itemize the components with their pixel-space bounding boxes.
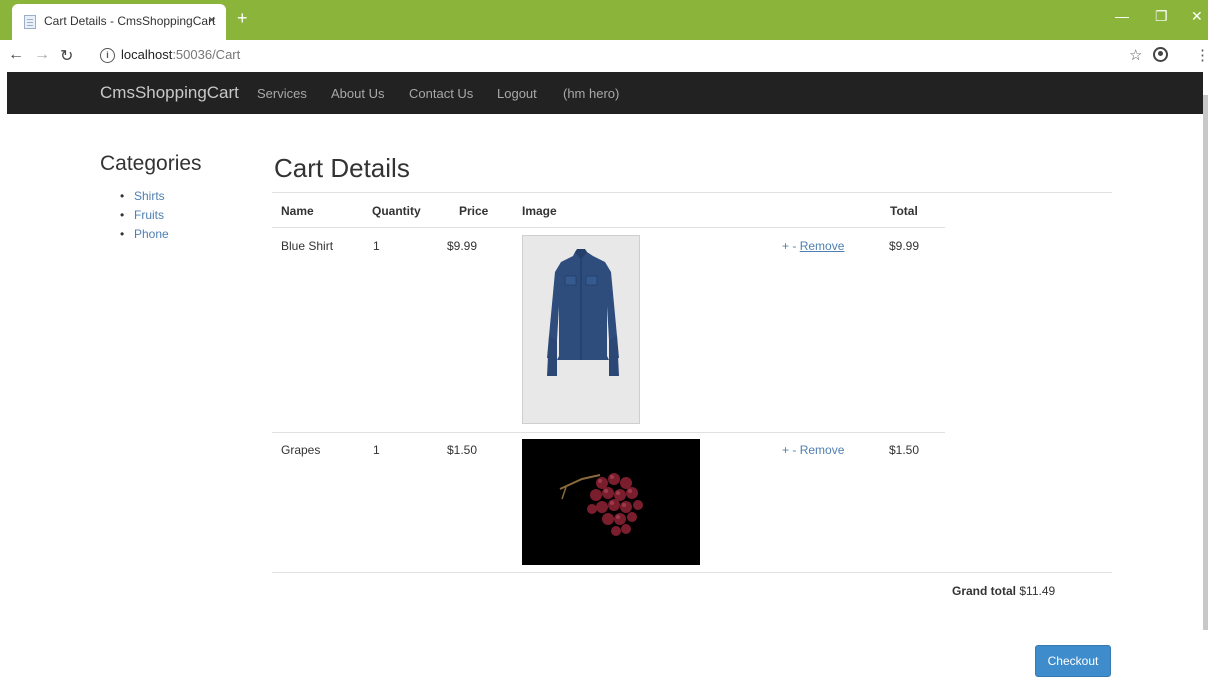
forward-icon[interactable]: → <box>34 46 50 64</box>
category-phone[interactable]: Phone <box>120 225 169 244</box>
grand-total: Grand total $11.49 <box>952 584 1055 598</box>
column-header-total: Total <box>890 204 918 218</box>
shirt-illustration <box>523 236 639 423</box>
nav-contact-us[interactable]: Contact Us <box>409 86 473 101</box>
table-bottom-divider <box>272 572 1112 573</box>
site-info-icon[interactable]: i <box>100 48 115 63</box>
column-header-quantity: Quantity <box>372 204 421 218</box>
row-actions: + - Remove <box>782 239 844 253</box>
nav-services[interactable]: Services <box>257 86 307 101</box>
reload-icon[interactable]: ↻ <box>60 46 73 66</box>
column-header-name: Name <box>281 204 314 218</box>
restore-icon[interactable]: ❐ <box>1155 8 1168 25</box>
nav-about-us[interactable]: About Us <box>331 86 384 101</box>
categories-list: Shirts Fruits Phone <box>120 187 169 244</box>
remove-item-link[interactable]: Remove <box>800 239 845 253</box>
close-tab-icon[interactable]: × <box>208 12 216 27</box>
site-navbar: CmsShoppingCart Services About Us Contac… <box>7 72 1203 114</box>
grand-total-value: $11.49 <box>1019 584 1056 598</box>
category-shirts[interactable]: Shirts <box>120 187 169 206</box>
cell-quantity: 1 <box>373 443 380 457</box>
remove-item-link[interactable]: Remove <box>800 443 845 457</box>
minimize-icon[interactable]: — <box>1115 8 1129 24</box>
decrease-quantity-link[interactable]: - <box>792 443 796 457</box>
nav-logout[interactable]: Logout <box>497 86 537 101</box>
cell-total: $1.50 <box>889 443 920 457</box>
cell-price: $1.50 <box>447 443 478 457</box>
cell-name: Blue Shirt <box>281 239 334 253</box>
category-fruits[interactable]: Fruits <box>120 206 169 225</box>
new-tab-icon[interactable]: + <box>237 8 248 29</box>
increase-quantity-link[interactable]: + <box>782 443 789 457</box>
column-header-image: Image <box>522 204 557 218</box>
row-divider <box>272 432 945 433</box>
url-field[interactable]: localhost:50036/Cart <box>121 47 240 62</box>
page-scrollbar[interactable] <box>1203 95 1208 630</box>
account-icon[interactable] <box>1153 47 1168 62</box>
decrease-quantity-link[interactable]: - <box>792 239 796 253</box>
nav-user[interactable]: (hm hero) <box>563 86 619 101</box>
blue-shirt-image <box>522 235 640 424</box>
header-divider <box>272 227 945 228</box>
column-header-price: Price <box>459 204 489 218</box>
browser-menu-icon[interactable]: ⋮ <box>1195 46 1208 64</box>
brand-link[interactable]: CmsShoppingCart <box>100 83 239 103</box>
back-icon[interactable]: ← <box>8 46 24 64</box>
cell-quantity: 1 <box>373 239 380 253</box>
categories-title: Categories <box>100 152 202 175</box>
browser-tab[interactable]: Cart Details - CmsShoppingCart × <box>12 4 226 40</box>
url-path: :50036/Cart <box>172 47 241 62</box>
browser-tab-bar: Cart Details - CmsShoppingCart × + — ❐ ✕ <box>0 0 1208 40</box>
bookmark-star-icon[interactable]: ☆ <box>1129 46 1142 64</box>
cell-price: $9.99 <box>447 239 478 253</box>
page-favicon-icon <box>24 15 36 29</box>
checkout-button[interactable]: Checkout <box>1035 645 1111 677</box>
url-host: localhost <box>121 47 173 62</box>
cell-name: Grapes <box>281 443 321 457</box>
grapes-illustration <box>522 439 700 565</box>
grapes-image <box>522 439 700 565</box>
page-title: Cart Details <box>274 153 410 183</box>
row-actions: + - Remove <box>782 443 844 457</box>
tab-title: Cart Details - CmsShoppingCart <box>44 14 216 28</box>
grand-total-label: Grand total <box>952 584 1017 598</box>
increase-quantity-link[interactable]: + <box>782 239 789 253</box>
title-divider <box>272 192 1112 193</box>
cell-total: $9.99 <box>889 239 920 253</box>
window-close-icon[interactable]: ✕ <box>1191 8 1203 25</box>
